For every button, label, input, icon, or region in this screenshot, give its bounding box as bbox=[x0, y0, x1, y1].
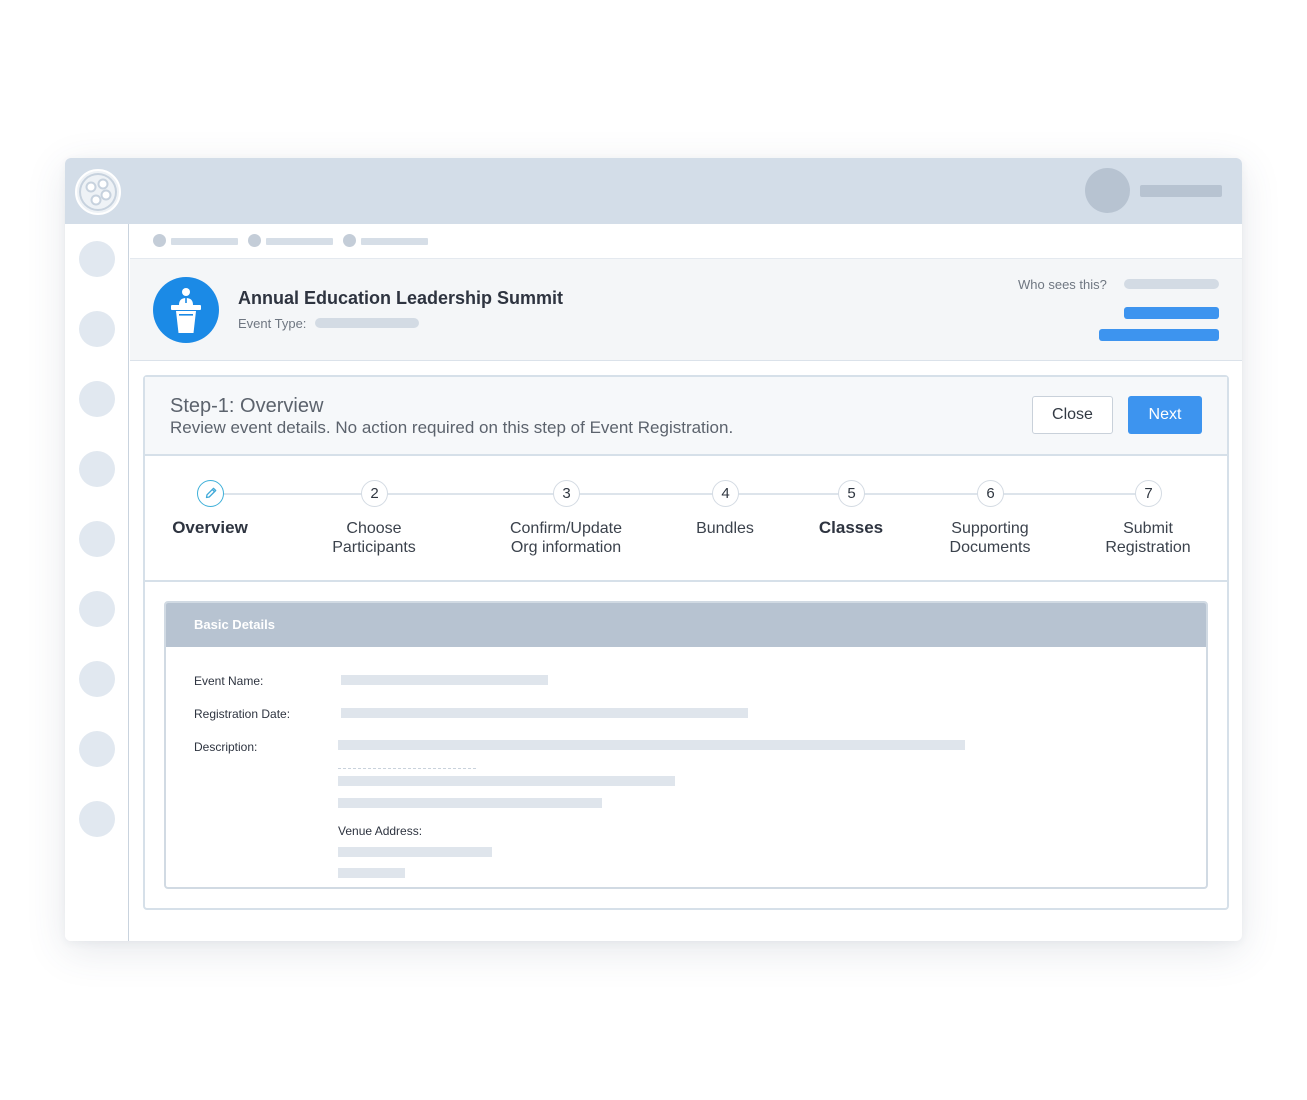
step-label: Submit Registration bbox=[1105, 520, 1191, 556]
visibility-label: Who sees this? bbox=[1018, 277, 1107, 292]
sidebar-nav-item[interactable] bbox=[79, 381, 115, 417]
sidebar-nav-item[interactable] bbox=[79, 591, 115, 627]
step-subtitle: Review event details. No action required… bbox=[170, 418, 734, 437]
basic-details-panel: Basic Details Event Name: Registration D… bbox=[164, 601, 1208, 889]
venue-address-label: Venue Address: bbox=[338, 824, 423, 838]
event-type-placeholder bbox=[315, 318, 419, 328]
event-name-label: Event Name: bbox=[194, 674, 264, 688]
event-name-value bbox=[341, 675, 548, 685]
visibility-link[interactable] bbox=[1124, 307, 1219, 319]
user-avatar[interactable] bbox=[1085, 168, 1130, 213]
app-window: Annual Education Leadership Summit Event… bbox=[65, 158, 1242, 941]
venue-address-value bbox=[338, 868, 405, 878]
film-reel-logo-icon[interactable] bbox=[75, 169, 121, 215]
step-header: Step-1: Overview Review event details. N… bbox=[145, 377, 1227, 456]
basic-details-header: Basic Details bbox=[166, 603, 1206, 647]
visibility-link[interactable] bbox=[1099, 329, 1219, 341]
description-value bbox=[338, 740, 965, 750]
step-number: 5 bbox=[838, 480, 865, 507]
description-label: Description: bbox=[194, 740, 258, 754]
registration-step-card: Step-1: Overview Review event details. N… bbox=[143, 375, 1229, 910]
sidebar bbox=[65, 224, 129, 941]
step-submit-registration[interactable]: 7 Submit Registration bbox=[1048, 456, 1242, 576]
sidebar-nav-item[interactable] bbox=[79, 241, 115, 277]
registration-date-value bbox=[341, 708, 748, 718]
podium-speaker-icon bbox=[153, 277, 219, 343]
step-choose-participants[interactable]: 2 Choose Participants bbox=[274, 456, 474, 576]
close-button[interactable]: Close bbox=[1032, 396, 1113, 434]
event-header: Annual Education Leadership Summit Event… bbox=[130, 258, 1242, 361]
registration-date-label: Registration Date: bbox=[194, 707, 291, 721]
sidebar-nav-item[interactable] bbox=[79, 661, 115, 697]
step-number: 3 bbox=[553, 480, 580, 507]
step-number: 7 bbox=[1135, 480, 1162, 507]
step-title: Step-1: Overview bbox=[170, 395, 324, 417]
sidebar-nav-item[interactable] bbox=[79, 311, 115, 347]
top-bar bbox=[65, 158, 1242, 224]
description-divider bbox=[338, 768, 476, 769]
sidebar-nav-item[interactable] bbox=[79, 731, 115, 767]
description-value bbox=[338, 776, 675, 786]
visibility-placeholder bbox=[1124, 279, 1219, 289]
venue-address-value bbox=[338, 847, 492, 857]
breadcrumb bbox=[130, 224, 1242, 259]
step-number: 2 bbox=[361, 480, 388, 507]
step-label: Choose Participants bbox=[332, 520, 416, 556]
event-type-label: Event Type: bbox=[238, 316, 307, 331]
user-name-placeholder bbox=[1140, 185, 1222, 197]
description-value bbox=[338, 798, 602, 808]
basic-details-title: Basic Details bbox=[194, 617, 275, 632]
sidebar-nav-item[interactable] bbox=[79, 801, 115, 837]
step-number: 6 bbox=[977, 480, 1004, 507]
registration-stepper: Overview 2 Choose Participants 3 Confirm… bbox=[145, 456, 1227, 582]
next-button[interactable]: Next bbox=[1128, 396, 1202, 434]
pencil-icon bbox=[197, 480, 224, 507]
step-number: 4 bbox=[712, 480, 739, 507]
event-title: Annual Education Leadership Summit bbox=[238, 288, 564, 308]
